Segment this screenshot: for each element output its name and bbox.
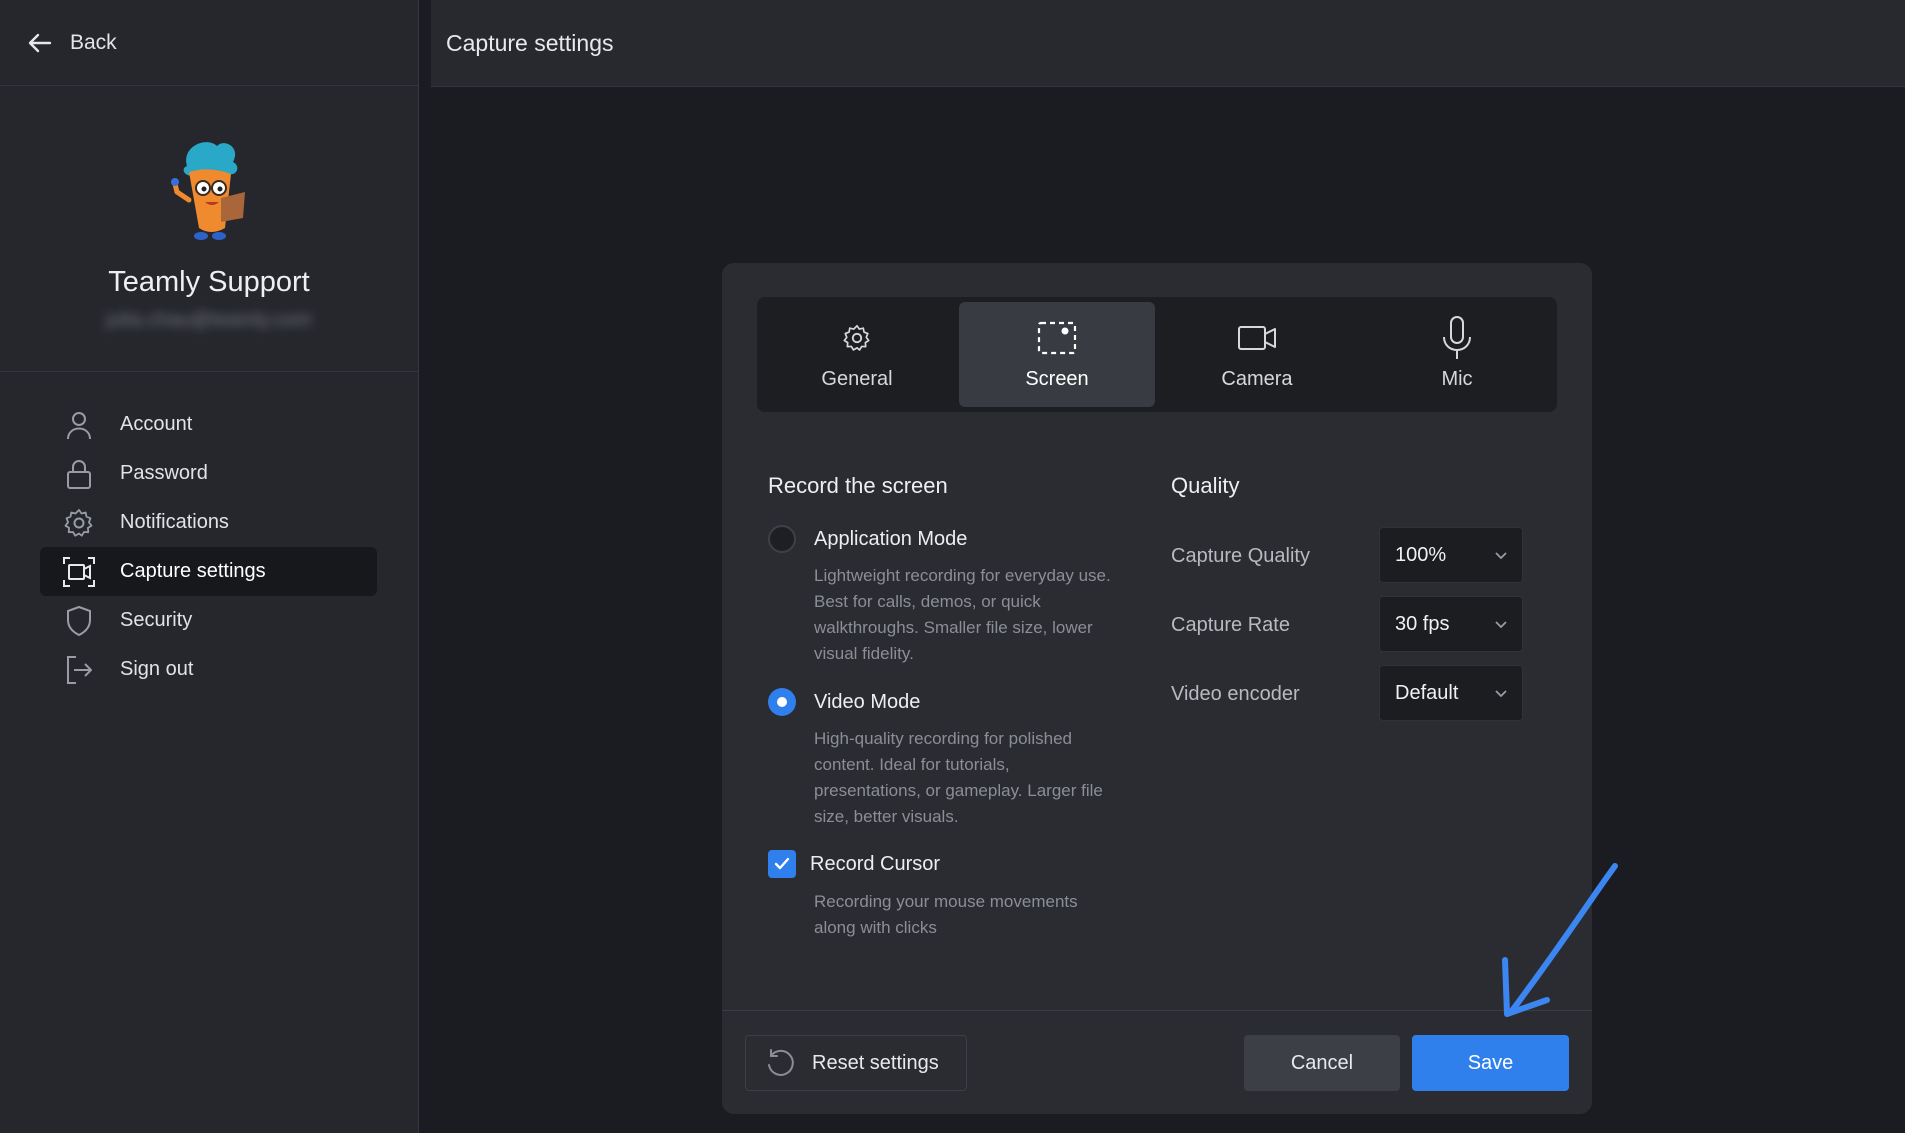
video-encoder-label: Video encoder bbox=[1171, 683, 1300, 705]
sidebar-item-label: Capture settings bbox=[120, 560, 266, 582]
select-value: Default bbox=[1395, 681, 1459, 704]
description-line: Best for calls, demos, or quick bbox=[814, 592, 1041, 611]
select-value: 100% bbox=[1395, 543, 1447, 566]
radio-checked bbox=[768, 688, 796, 716]
user-icon bbox=[61, 407, 97, 443]
shield-icon bbox=[61, 603, 97, 639]
capture-icon bbox=[61, 554, 97, 590]
tab-label: Screen bbox=[1025, 368, 1089, 390]
lock-icon bbox=[61, 456, 97, 492]
settings-tabs: General Screen Camera Mic bbox=[757, 297, 1557, 412]
tab-label: Mic bbox=[1441, 368, 1473, 390]
tab-general[interactable]: General bbox=[759, 302, 955, 407]
quality-section-title: Quality bbox=[1171, 473, 1240, 498]
tab-label: General bbox=[821, 368, 893, 390]
gear-icon bbox=[61, 505, 97, 541]
sidebar-item-sign-out[interactable]: Sign out bbox=[40, 645, 377, 694]
video-mode-description: High-quality recording for polished cont… bbox=[814, 726, 1134, 830]
record-section-title: Record the screen bbox=[768, 473, 948, 498]
radio-unchecked bbox=[768, 525, 796, 553]
record-cursor-checkbox[interactable]: Record Cursor bbox=[768, 850, 940, 878]
back-label: Back bbox=[70, 30, 117, 54]
description-line: visual fidelity. bbox=[814, 644, 914, 663]
video-encoder-select[interactable]: Default bbox=[1379, 665, 1523, 721]
check-icon bbox=[768, 850, 796, 878]
description-line: presentations, or gameplay. Larger file bbox=[814, 781, 1103, 800]
annotation-arrow-icon bbox=[1495, 860, 1625, 1020]
reset-settings-label: Reset settings bbox=[812, 1051, 939, 1074]
arrow-left-icon bbox=[26, 29, 54, 57]
sidebar-item-label: Account bbox=[120, 413, 193, 435]
page-title: Capture settings bbox=[446, 29, 614, 56]
description-line: size, better visuals. bbox=[814, 807, 959, 826]
sidebar-item-account[interactable]: Account bbox=[40, 400, 377, 449]
description-line: content. Ideal for tutorials, bbox=[814, 755, 1010, 774]
avatar bbox=[159, 136, 259, 246]
footer-divider bbox=[722, 1010, 1592, 1011]
tab-camera[interactable]: Camera bbox=[1159, 302, 1355, 407]
camera-icon bbox=[1237, 318, 1277, 358]
capture-quality-select[interactable]: 100% bbox=[1379, 527, 1523, 583]
sidebar-item-label: Sign out bbox=[120, 658, 194, 680]
back-button[interactable]: Back bbox=[0, 0, 418, 86]
gear-icon bbox=[842, 318, 872, 358]
capture-quality-label: Capture Quality bbox=[1171, 545, 1310, 567]
save-button[interactable]: Save bbox=[1412, 1035, 1569, 1091]
profile-name: Teamly Support bbox=[108, 266, 310, 298]
tab-label: Camera bbox=[1221, 368, 1293, 390]
microphone-icon bbox=[1440, 316, 1474, 359]
application-mode-label: Application Mode bbox=[814, 527, 968, 550]
sign-out-icon bbox=[61, 652, 97, 688]
settings-nav: Account Password Notifications Capture s… bbox=[40, 400, 377, 694]
screen-select-icon bbox=[1037, 318, 1077, 358]
sidebar-item-label: Notifications bbox=[120, 511, 229, 533]
sidebar-item-password[interactable]: Password bbox=[40, 449, 377, 498]
sidebar: Back Teamly Support julia.chau@teamly.co… bbox=[0, 0, 419, 1133]
record-cursor-description: Recording your mouse movements along wit… bbox=[814, 889, 1134, 941]
sidebar-item-notifications[interactable]: Notifications bbox=[40, 498, 377, 547]
chevron-down-icon bbox=[1494, 550, 1508, 560]
tab-screen[interactable]: Screen bbox=[959, 302, 1155, 407]
profile-email: julia.chau@teamly.com bbox=[106, 309, 312, 331]
sidebar-item-label: Security bbox=[120, 609, 193, 631]
description-line: walkthroughs. Smaller file size, lower bbox=[814, 618, 1093, 637]
reset-icon bbox=[764, 1047, 796, 1079]
capture-settings-dialog: General Screen Camera Mic Record the scr… bbox=[722, 263, 1592, 1114]
video-mode-label: Video Mode bbox=[814, 690, 921, 713]
description-line: along with clicks bbox=[814, 918, 937, 937]
reset-settings-button[interactable]: Reset settings bbox=[745, 1035, 967, 1091]
video-mode-radio[interactable]: Video Mode bbox=[768, 688, 920, 716]
profile-card: Teamly Support julia.chau@teamly.com bbox=[0, 86, 418, 372]
sidebar-item-security[interactable]: Security bbox=[40, 596, 377, 645]
main-header: Capture settings bbox=[431, 0, 1905, 87]
record-cursor-label: Record Cursor bbox=[810, 852, 941, 875]
application-mode-description: Lightweight recording for everyday use. … bbox=[814, 563, 1134, 667]
chevron-down-icon bbox=[1494, 619, 1508, 629]
sidebar-item-capture-settings[interactable]: Capture settings bbox=[40, 547, 377, 596]
description-line: Recording your mouse movements bbox=[814, 892, 1078, 911]
cancel-button[interactable]: Cancel bbox=[1244, 1035, 1400, 1091]
tab-mic[interactable]: Mic bbox=[1359, 302, 1555, 407]
application-mode-radio[interactable]: Application Mode bbox=[768, 525, 967, 553]
chevron-down-icon bbox=[1494, 688, 1508, 698]
capture-rate-label: Capture Rate bbox=[1171, 614, 1290, 636]
description-line: Lightweight recording for everyday use. bbox=[814, 566, 1111, 585]
capture-rate-select[interactable]: 30 fps bbox=[1379, 596, 1523, 652]
select-value: 30 fps bbox=[1395, 612, 1450, 635]
description-line: High-quality recording for polished bbox=[814, 729, 1072, 748]
sidebar-item-label: Password bbox=[120, 462, 208, 484]
